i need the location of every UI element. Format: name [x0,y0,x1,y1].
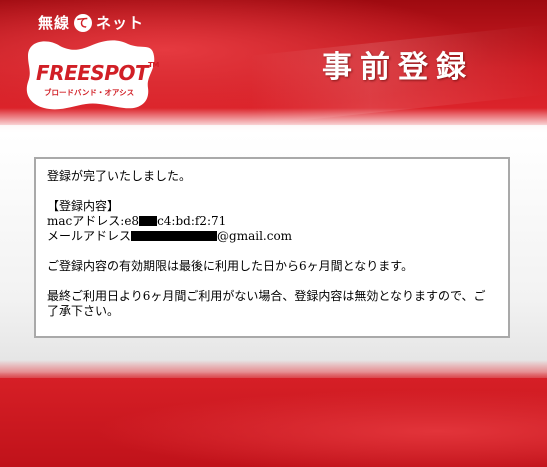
page-title: 事前登録 [322,50,474,85]
brand-tagline-post: ネット [96,14,145,32]
expiry-notice-line-1: 最終ご利用日より6ヶ月間ご利用がない場合、登録内容は無効となりますので、ご [47,289,486,303]
mac-address-label: macアドレス: [47,214,125,228]
completion-message: 登録が完了いたしました。 [47,169,192,183]
email-address-label: メールアドレス [47,229,132,243]
footer-banner [0,378,547,467]
logo-trademark: TM [148,61,159,69]
registration-result-box: 登録が完了いたしました。 【登録内容】 macアドレス:e8 c4:bd:f2:7… [34,157,510,338]
brand-tagline: 無線 て ネット [38,12,144,33]
brand-tagline-circle: て [74,13,93,32]
validity-notice: ご登録内容の有効期限は最後に利用した日から6ヶ月間となります。 [47,259,414,273]
mac-address-end: c4:bd:f2:71 [157,214,227,228]
mac-redaction [139,216,158,226]
freespot-logo-text: FREESPOTTM [36,61,159,85]
email-redaction [131,231,218,241]
expiry-notice-line-2: 了承下さい。 [47,304,120,318]
logo-wordmark: FREESPOT [36,61,149,85]
mac-address-start: e8 [124,214,140,228]
email-domain: @gmail.com [217,229,293,243]
mac-address-line: macアドレス:e8 c4:bd:f2:71 [47,214,498,229]
logo-subtitle: ブロードバンド・オアシス [44,88,135,97]
email-address-line: メールアドレス @gmail.com [47,229,498,244]
page: 無線 て ネット FREESPOTTM ブロードバンド・オアシス 事前登録 登録… [0,0,547,467]
brand-tagline-pre: 無線 [38,14,71,32]
section-heading: 【登録内容】 [47,199,120,213]
